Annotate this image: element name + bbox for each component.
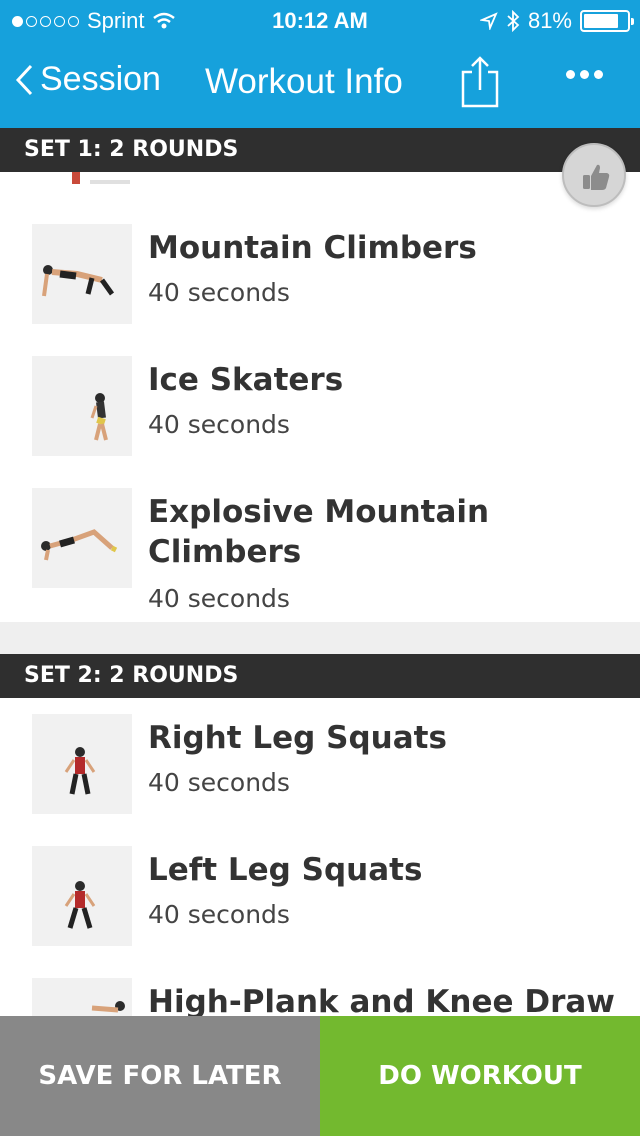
exercise-name: Mountain Climbers xyxy=(148,230,477,266)
battery-percent: 81% xyxy=(527,8,572,33)
set-2-header: SET 2: 2 ROUNDS xyxy=(0,654,640,698)
footer-actions: SAVE FOR LATER DO WORKOUT xyxy=(0,1016,640,1136)
thumbs-up-icon xyxy=(583,164,610,190)
back-chevron-icon xyxy=(15,64,33,95)
exercise-thumbnail xyxy=(32,488,132,588)
back-label: Session xyxy=(40,60,161,98)
exercise-thumbnail xyxy=(32,846,132,946)
exercise-thumbnail xyxy=(32,714,132,814)
partial-thumbnail xyxy=(60,172,130,188)
more-button[interactable] xyxy=(566,70,603,79)
status-bar: Sprint 10:12 AM 81% xyxy=(0,0,640,40)
save-for-later-button[interactable]: SAVE FOR LATER xyxy=(0,1016,320,1136)
exercise-duration: 40 seconds xyxy=(148,900,290,929)
exercise-thumbnail xyxy=(32,356,132,456)
exercise-duration: 40 seconds xyxy=(148,768,290,797)
section-divider xyxy=(0,622,640,654)
more-icon xyxy=(566,70,575,79)
nav-bar: Session Workout Info xyxy=(0,40,640,128)
exercise-name: Ice Skaters xyxy=(148,362,344,398)
exercise-name: Left Leg Squats xyxy=(148,852,423,888)
exercise-duration: 40 seconds xyxy=(148,410,290,439)
bluetooth-icon xyxy=(507,10,520,32)
exercise-list[interactable]: SET 1: 2 ROUNDS Mountain Climbers 40 sec… xyxy=(0,128,640,1016)
back-button[interactable]: Session xyxy=(14,60,161,99)
set-1-header: SET 1: 2 ROUNDS xyxy=(0,128,640,172)
exercise-name-line-2: Climbers xyxy=(148,534,302,570)
share-icon xyxy=(461,56,499,108)
top-bar: Sprint 10:12 AM 81% Session Workout Info xyxy=(0,0,640,128)
battery-icon xyxy=(580,10,634,32)
exercise-name: Explosive Mountain xyxy=(148,494,490,530)
exercise-duration: 40 seconds xyxy=(148,584,290,613)
share-button[interactable] xyxy=(458,54,502,114)
exercise-duration: 40 seconds xyxy=(148,278,290,307)
do-workout-button[interactable]: DO WORKOUT xyxy=(320,1016,640,1136)
location-icon xyxy=(479,12,498,30)
page-title: Workout Info xyxy=(205,62,403,101)
status-right: 81% xyxy=(479,8,634,34)
like-button[interactable] xyxy=(562,143,626,207)
exercise-name: Right Leg Squats xyxy=(148,720,447,756)
exercise-thumbnail xyxy=(32,978,132,1016)
exercise-name: High-Plank and Knee Draw xyxy=(148,984,615,1016)
exercise-thumbnail xyxy=(32,224,132,324)
